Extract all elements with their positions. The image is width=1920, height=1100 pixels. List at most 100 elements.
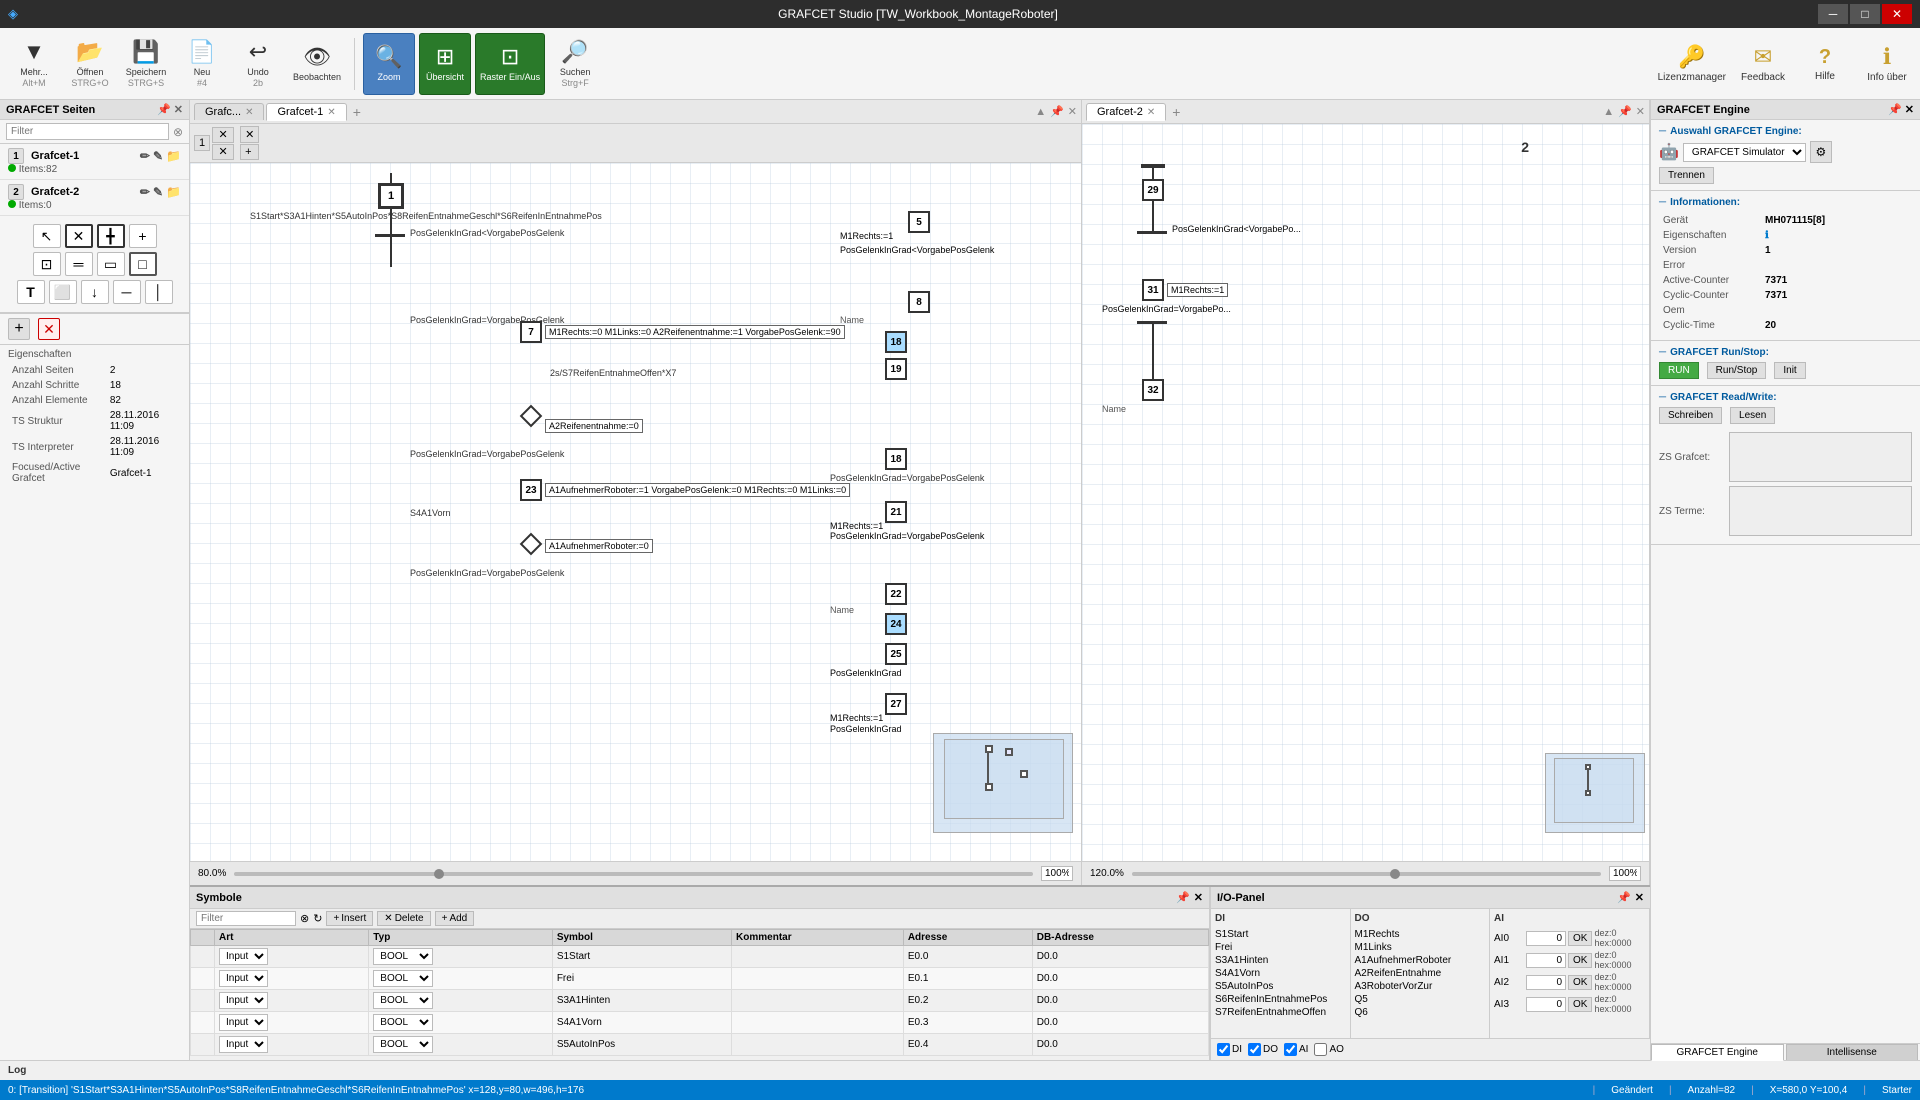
raster-button[interactable]: ⊡ Raster Ein/Aus — [475, 33, 545, 95]
symbole-close[interactable]: ✕ — [1194, 891, 1203, 904]
tab-intellisense[interactable]: Intellisense — [1786, 1044, 1919, 1060]
panel1-scroll-up[interactable]: ▲ — [1035, 106, 1046, 118]
close-button[interactable]: ✕ — [1882, 4, 1912, 24]
tool-arrow-down[interactable]: ↓ — [81, 280, 109, 304]
lizenzmanager-button[interactable]: 🔑 Lizenzmanager — [1658, 44, 1726, 83]
step-10-diamond[interactable] — [520, 405, 543, 428]
schreiben-button[interactable]: Schreiben — [1659, 407, 1722, 424]
row-typ-1[interactable]: BOOL — [369, 968, 553, 990]
nav-x-btn[interactable]: ✕ — [240, 126, 259, 143]
neu-button[interactable]: 📄 Neu #4 — [176, 33, 228, 95]
item-edit-icon-2[interactable]: ✏ — [140, 185, 150, 199]
step-21[interactable]: 21 — [885, 501, 907, 523]
zoom-input-1[interactable] — [1041, 866, 1073, 881]
grafcet-item-1[interactable]: 1 Grafcet-1 ✏ ✎ 📁 Items:82 — [0, 144, 189, 180]
row-typ-2[interactable]: BOOL — [369, 990, 553, 1012]
item-rename-icon-1[interactable]: ✎ — [153, 149, 163, 163]
row-art-0[interactable]: Input — [215, 946, 369, 968]
symbole-refresh-icon[interactable]: ↻ — [313, 912, 322, 925]
speichern-button[interactable]: 💾 Speichern STRG+S — [120, 33, 172, 95]
io-close[interactable]: ✕ — [1635, 891, 1644, 904]
tab-add-1[interactable]: + — [349, 104, 365, 120]
symbole-insert-btn[interactable]: + Insert — [326, 911, 373, 926]
symbole-pin[interactable]: 📌 — [1176, 891, 1190, 904]
grafcet-canvas-2[interactable]: 2 29 PosGelenkInGrad<VorgabePo... 31 M1R… — [1082, 124, 1649, 861]
panel2-pin[interactable]: 📌 — [1618, 105, 1632, 118]
engine-gear-btn[interactable]: ⚙ — [1810, 141, 1832, 163]
feedback-button[interactable]: ✉ Feedback — [1738, 44, 1788, 83]
minimize-button[interactable]: ─ — [1818, 4, 1848, 24]
step-18[interactable]: 18 — [885, 331, 907, 353]
panel1-close[interactable]: ✕ — [1068, 105, 1077, 118]
col-adresse[interactable]: Adresse — [903, 930, 1032, 946]
ai-ok-2[interactable]: OK — [1568, 975, 1592, 990]
lesen-button[interactable]: Lesen — [1730, 407, 1775, 424]
symbole-filter[interactable] — [196, 911, 296, 926]
panel1-pin[interactable]: 📌 — [1050, 105, 1064, 118]
ai-ok-0[interactable]: OK — [1568, 931, 1592, 946]
ai-ok-1[interactable]: OK — [1568, 953, 1592, 968]
checkbox-do[interactable]: DO — [1248, 1043, 1278, 1056]
nav-plus-btn[interactable]: + — [240, 144, 259, 160]
ai-input-3[interactable] — [1526, 997, 1566, 1012]
step-31[interactable]: 31 — [1142, 279, 1164, 301]
tab-grafcet2[interactable]: Grafcet-2 ✕ — [1086, 103, 1166, 121]
checkbox-ai[interactable]: AI — [1284, 1043, 1308, 1056]
nav-1-btn[interactable]: 1 — [194, 135, 210, 151]
do-checkbox[interactable] — [1248, 1043, 1261, 1056]
ai-checkbox[interactable] — [1284, 1043, 1297, 1056]
eigenschaften-icon[interactable]: ℹ — [1765, 230, 1769, 241]
tool-step-rect[interactable]: ▭ — [97, 252, 125, 276]
suchen-button[interactable]: 🔎 Suchen Strg+F — [549, 33, 601, 95]
checkbox-ao[interactable]: AO — [1314, 1043, 1343, 1056]
row-art-4[interactable]: Input — [215, 1034, 369, 1056]
step-29[interactable]: 29 — [1142, 179, 1164, 201]
tool-cross-double[interactable]: ✕ — [65, 224, 93, 248]
ai-input-1[interactable] — [1526, 953, 1566, 968]
col-db[interactable]: DB-Adresse — [1032, 930, 1208, 946]
item-folder-icon-2[interactable]: 📁 — [166, 185, 181, 199]
symbole-delete-btn[interactable]: ✕ Delete — [377, 911, 430, 926]
step-19[interactable]: 19 — [885, 358, 907, 380]
tab-grafc-close[interactable]: ✕ — [245, 107, 253, 118]
col-art[interactable] — [191, 930, 215, 946]
left-panel-pin-icon[interactable]: 📌 — [157, 103, 171, 116]
runstop-button[interactable]: Run/Stop — [1707, 362, 1767, 379]
info-button[interactable]: ℹ Info über — [1862, 44, 1912, 83]
tab-grafcet2-close[interactable]: ✕ — [1147, 107, 1155, 118]
tool-cross-x[interactable]: ╋ — [97, 224, 125, 248]
item-folder-icon-1[interactable]: 📁 — [166, 149, 181, 163]
step-32[interactable]: 32 — [1142, 379, 1164, 401]
ubersicht-button[interactable]: ⊞ Übersicht — [419, 33, 471, 95]
left-panel-close-icon[interactable]: ✕ — [174, 103, 183, 116]
maximize-button[interactable]: □ — [1850, 4, 1880, 24]
ao-checkbox[interactable] — [1314, 1043, 1327, 1056]
run-button[interactable]: RUN — [1659, 362, 1699, 379]
ai-ok-3[interactable]: OK — [1568, 997, 1592, 1012]
right-panel-pin[interactable]: 📌 — [1888, 103, 1902, 116]
mehr-button[interactable]: ▼ Mehr... Alt+M — [8, 33, 60, 95]
filter-input[interactable] — [6, 123, 169, 140]
step-24[interactable]: 24 — [885, 613, 907, 635]
trennen-button[interactable]: Trennen — [1659, 167, 1714, 184]
step-18b[interactable]: 18 — [885, 448, 907, 470]
hilfe-button[interactable]: ? Hilfe — [1800, 46, 1850, 82]
tab-grafcet-engine[interactable]: GRAFCET Engine — [1651, 1044, 1784, 1061]
row-typ-4[interactable]: BOOL — [369, 1034, 553, 1056]
step-8[interactable]: 8 — [908, 291, 930, 313]
tool-plus[interactable]: + — [129, 224, 157, 248]
tool-cursor[interactable]: ↖ — [33, 224, 61, 248]
offnen-button[interactable]: 📂 Öffnen STRG+O — [64, 33, 116, 95]
step-25[interactable]: 25 — [885, 643, 907, 665]
col-art-label[interactable]: Art — [215, 930, 369, 946]
step-1[interactable]: 1 — [378, 183, 404, 209]
zoom-slider-2[interactable] — [1132, 872, 1601, 876]
panel2-close[interactable]: ✕ — [1636, 105, 1645, 118]
grafcet-canvas-1[interactable]: 1 S1Start*S3A1Hinten*S5AutoInPos*S8Reife… — [190, 163, 1081, 861]
tab-grafcet1[interactable]: Grafcet-1 ✕ — [266, 103, 346, 121]
nav-cross-bot[interactable]: ✕ — [212, 144, 234, 160]
step-27[interactable]: 27 — [885, 693, 907, 715]
col-typ[interactable]: Typ — [369, 930, 553, 946]
checkbox-di[interactable]: DI — [1217, 1043, 1242, 1056]
right-panel-close[interactable]: ✕ — [1905, 103, 1914, 116]
